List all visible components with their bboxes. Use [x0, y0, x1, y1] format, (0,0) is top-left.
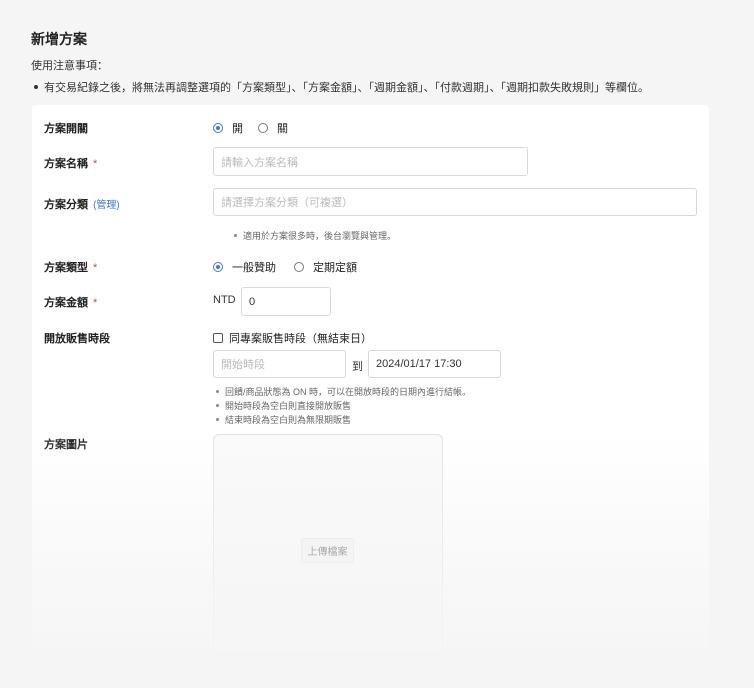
type-label: 方案類型 *: [44, 259, 97, 275]
sale-hint-text: 開始時段為空白則直接開放販售: [225, 401, 352, 411]
bullet-icon: [234, 234, 237, 238]
amount-input[interactable]: 0: [241, 287, 331, 316]
radio-recurring[interactable]: [294, 262, 304, 272]
bullet-icon: [34, 85, 38, 90]
amount-label: 方案金額 *: [44, 294, 97, 310]
bullet-icon: [216, 390, 219, 394]
radio-off[interactable]: [258, 123, 268, 133]
notice-text: 有交易紀錄之後，將無法再調整選項的「方案類型」、「方案金額」、「週期金額」、「付…: [44, 82, 649, 94]
type-label-text: 方案類型: [44, 262, 88, 274]
radio-general[interactable]: [213, 262, 223, 272]
category-hint: 適用於方案很多時，後台瀏覽與管理。: [234, 229, 396, 242]
radio-recurring-label[interactable]: 定期定額: [313, 259, 357, 275]
end-time-input[interactable]: 2024/01/17 17:30: [368, 350, 501, 378]
name-label-text: 方案名稱: [44, 158, 88, 170]
sale-hint-text: 回饋/商品狀態為 ON 時，可以在開放時段的日期內進行結帳。: [225, 387, 472, 397]
sale-hint: 開始時段為空白則直接開放販售: [216, 399, 351, 412]
notice-item: 有交易紀錄之後，將無法再調整選項的「方案類型」、「方案金額」、「週期金額」、「付…: [34, 79, 649, 95]
toggle-label: 方案開關: [44, 123, 88, 135]
upload-file-button[interactable]: 上傳檔案: [301, 538, 354, 563]
toggle-radio-group: 開 關: [213, 120, 288, 136]
category-label: 方案分類 (管理): [44, 196, 120, 212]
sale-hint: 回饋/商品狀態為 ON 時，可以在開放時段的日期內進行結帳。: [216, 385, 471, 398]
radio-on-label[interactable]: 開: [232, 120, 243, 136]
amount-label-text: 方案金額: [44, 297, 88, 309]
currency-label: NTD: [213, 294, 236, 306]
sale-hint: 結束時段為空白則為無限期販售: [216, 413, 351, 426]
category-select[interactable]: 請選擇方案分類（可複選）: [213, 188, 697, 216]
radio-off-label[interactable]: 關: [277, 120, 288, 136]
manage-link[interactable]: (管理): [93, 200, 120, 211]
required-mark: *: [93, 158, 98, 170]
type-radio-group: 一般贊助 定期定額: [213, 259, 357, 275]
bullet-icon: [216, 404, 219, 408]
sale-period-label: 開放販售時段: [44, 333, 110, 345]
sale-hint-text: 結束時段為空白則為無限期販售: [225, 415, 352, 425]
required-mark: *: [93, 262, 98, 274]
range-separator: 到: [352, 361, 363, 373]
name-input[interactable]: 請輸入方案名稱: [213, 147, 528, 176]
category-hint-text: 適用於方案很多時，後台瀏覽與管理。: [243, 231, 397, 241]
same-period-checkbox[interactable]: [213, 333, 223, 343]
image-label: 方案圖片: [44, 439, 88, 451]
page-title: 新增方案: [31, 31, 87, 47]
required-mark: *: [93, 297, 98, 309]
name-label: 方案名稱 *: [44, 155, 97, 171]
same-period-checkbox-label[interactable]: 同專案販售時段（無結束日）: [229, 330, 372, 346]
start-time-input[interactable]: 開始時段: [213, 350, 346, 378]
category-label-text: 方案分類: [44, 199, 88, 211]
notice-heading: 使用注意事項：: [31, 60, 108, 72]
sale-period-checkbox-row: 同專案販售時段（無結束日）: [213, 330, 372, 346]
radio-general-label[interactable]: 一般贊助: [232, 259, 276, 275]
radio-on[interactable]: [213, 123, 223, 133]
bullet-icon: [216, 418, 219, 422]
